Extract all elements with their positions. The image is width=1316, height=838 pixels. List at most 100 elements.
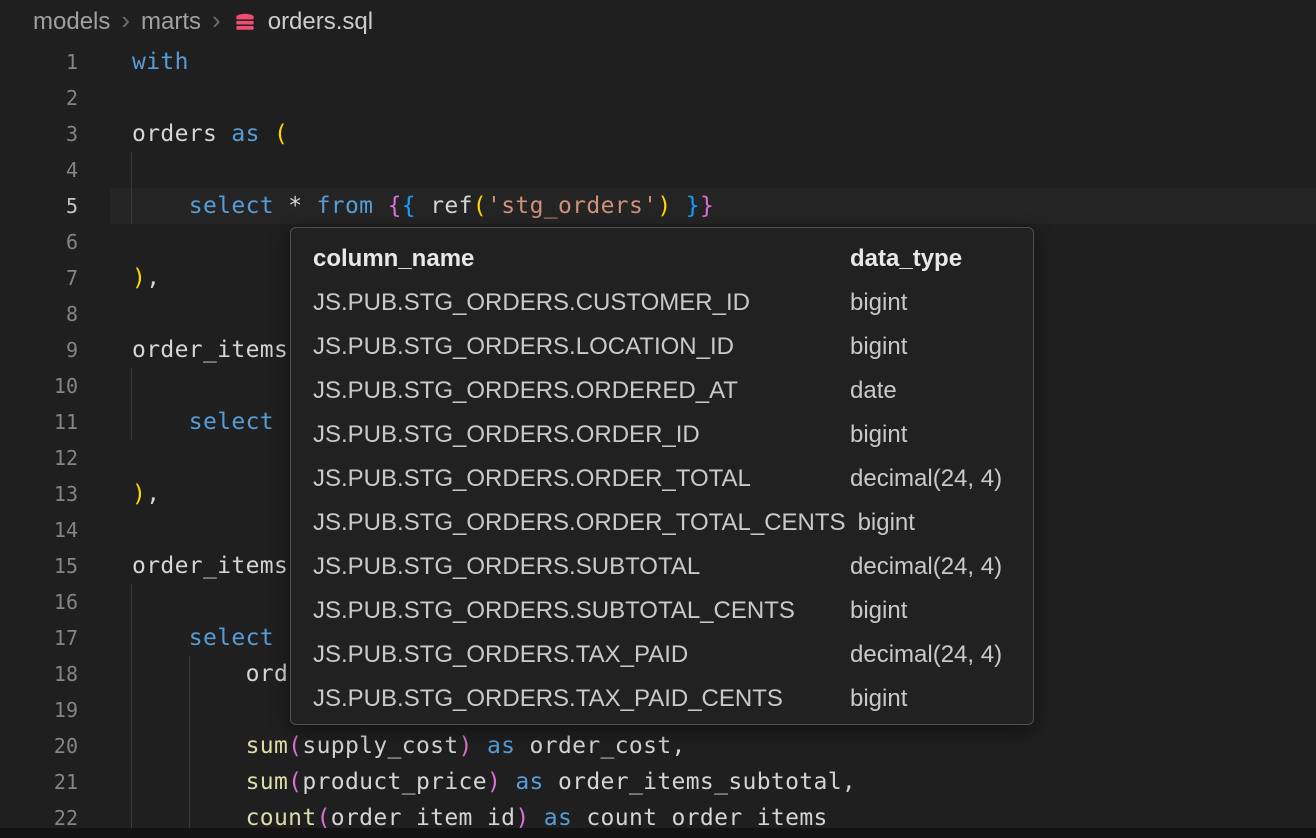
code-text: order_items	[78, 548, 288, 584]
database-icon	[232, 10, 258, 36]
column-name-cell: JS.PUB.STG_ORDERS.ORDER_ID	[313, 421, 850, 449]
data-type-cell: decimal(24, 4)	[850, 641, 1002, 669]
column-info-row: JS.PUB.STG_ORDERS.ORDER_TOTALdecimal(24,…	[291, 457, 1033, 501]
column-name-cell: JS.PUB.STG_ORDERS.TAX_PAID_CENTS	[313, 685, 850, 713]
breadcrumb-item-marts[interactable]: marts	[141, 8, 201, 36]
code-token: ,	[146, 481, 160, 507]
code-line[interactable]: 21 sum(product_price) as order_items_sub…	[0, 764, 1316, 800]
code-line[interactable]: 3orders as (	[0, 116, 1316, 152]
line-number[interactable]: 1	[0, 44, 78, 80]
breadcrumb-item-file[interactable]: orders.sql	[268, 8, 373, 36]
code-text	[78, 224, 132, 260]
bottom-strip	[0, 828, 1316, 838]
indent-guide	[131, 368, 132, 440]
chevron-right-icon: ›	[121, 7, 130, 33]
column-name-cell: JS.PUB.STG_ORDERS.CUSTOMER_ID	[313, 289, 850, 317]
code-token: orders	[132, 121, 231, 147]
line-number[interactable]: 16	[0, 584, 78, 620]
code-text: sum(product_price) as order_items_subtot…	[78, 764, 856, 800]
code-token: with	[132, 49, 189, 75]
data-type-cell: bigint	[850, 685, 907, 713]
line-number[interactable]: 15	[0, 548, 78, 584]
line-number[interactable]: 11	[0, 404, 78, 440]
code-line[interactable]: 20 sum(supply_cost) as order_cost,	[0, 728, 1316, 764]
data-type-cell: decimal(24, 4)	[850, 553, 1002, 581]
line-number[interactable]: 17	[0, 620, 78, 656]
code-text: ),	[78, 476, 160, 512]
line-number[interactable]: 12	[0, 440, 78, 476]
indent-guide	[189, 656, 190, 828]
code-token: )	[132, 481, 146, 507]
column-info-row: JS.PUB.STG_ORDERS.ORDER_IDbigint	[291, 413, 1033, 457]
code-token: )	[459, 733, 473, 759]
line-number[interactable]: 10	[0, 368, 78, 404]
column-name-cell: JS.PUB.STG_ORDERS.TAX_PAID	[313, 641, 850, 669]
column-name-header: column_name	[313, 245, 850, 273]
code-text: ),	[78, 260, 160, 296]
code-token: ref	[416, 193, 473, 219]
code-line[interactable]: 2	[0, 80, 1316, 116]
code-line[interactable]: 4	[0, 152, 1316, 188]
code-token	[132, 625, 189, 651]
line-number[interactable]: 14	[0, 512, 78, 548]
line-number[interactable]: 19	[0, 692, 78, 728]
data-type-cell: bigint	[850, 333, 907, 361]
code-token: as	[515, 769, 558, 795]
code-line[interactable]: 5 select * from {{ ref('stg_orders') }}	[0, 188, 1316, 224]
code-text: orders as (	[78, 116, 288, 152]
code-token: (	[288, 769, 302, 795]
line-number[interactable]: 4	[0, 152, 78, 188]
code-token	[132, 193, 189, 219]
code-token: as	[487, 733, 530, 759]
code-token: sum	[246, 769, 289, 795]
column-info-row: JS.PUB.STG_ORDERS.CUSTOMER_IDbigint	[291, 281, 1033, 325]
code-token: (	[473, 193, 487, 219]
code-token: sum	[246, 733, 289, 759]
code-text: order_items	[78, 332, 288, 368]
line-number[interactable]: 6	[0, 224, 78, 260]
code-token: order_items	[132, 337, 288, 363]
line-number[interactable]: 3	[0, 116, 78, 152]
code-token	[501, 769, 515, 795]
code-text	[78, 368, 132, 404]
code-text	[78, 692, 132, 728]
line-number[interactable]: 18	[0, 656, 78, 692]
line-number[interactable]: 13	[0, 476, 78, 512]
code-text: sum(supply_cost) as order_cost,	[78, 728, 686, 764]
popup-rows: JS.PUB.STG_ORDERS.CUSTOMER_IDbigintJS.PU…	[291, 281, 1033, 721]
line-number[interactable]: 2	[0, 80, 78, 116]
code-token: order_cost,	[530, 733, 686, 759]
column-info-row: JS.PUB.STG_ORDERS.LOCATION_IDbigint	[291, 325, 1033, 369]
breadcrumb: models › marts › orders.sql	[0, 0, 1316, 44]
chevron-right-icon: ›	[212, 7, 221, 33]
line-number[interactable]: 8	[0, 296, 78, 332]
code-text	[78, 80, 132, 116]
code-token: ord	[132, 661, 288, 687]
code-token: )	[487, 769, 501, 795]
data-type-cell: decimal(24, 4)	[850, 465, 1002, 493]
line-number[interactable]: 20	[0, 728, 78, 764]
code-token: from	[317, 193, 388, 219]
code-text: select * from {{ ref('stg_orders') }}	[78, 188, 714, 224]
column-info-row: JS.PUB.STG_ORDERS.SUBTOTAL_CENTSbigint	[291, 589, 1033, 633]
code-token: supply_cost	[302, 733, 458, 759]
line-number[interactable]: 7	[0, 260, 78, 296]
code-token: select	[189, 625, 274, 651]
code-token: order_items	[132, 553, 288, 579]
breadcrumb-item-models[interactable]: models	[33, 8, 110, 36]
column-name-cell: JS.PUB.STG_ORDERS.SUBTOTAL_CENTS	[313, 597, 850, 625]
line-number[interactable]: 5	[0, 188, 78, 224]
column-info-row: JS.PUB.STG_ORDERS.ORDERED_ATdate	[291, 369, 1033, 413]
code-token: select	[189, 193, 288, 219]
code-line[interactable]: 1 with	[0, 44, 1316, 80]
code-token: )	[132, 265, 146, 291]
data-type-cell: date	[850, 377, 897, 405]
code-token: {	[402, 193, 416, 219]
data-type-cell: bigint	[850, 421, 907, 449]
line-number[interactable]: 9	[0, 332, 78, 368]
code-text: select	[78, 404, 274, 440]
column-info-row: JS.PUB.STG_ORDERS.TAX_PAIDdecimal(24, 4)	[291, 633, 1033, 677]
line-number[interactable]: 21	[0, 764, 78, 800]
code-text: with	[78, 44, 189, 80]
column-info-popup: column_name data_type JS.PUB.STG_ORDERS.…	[290, 227, 1034, 725]
